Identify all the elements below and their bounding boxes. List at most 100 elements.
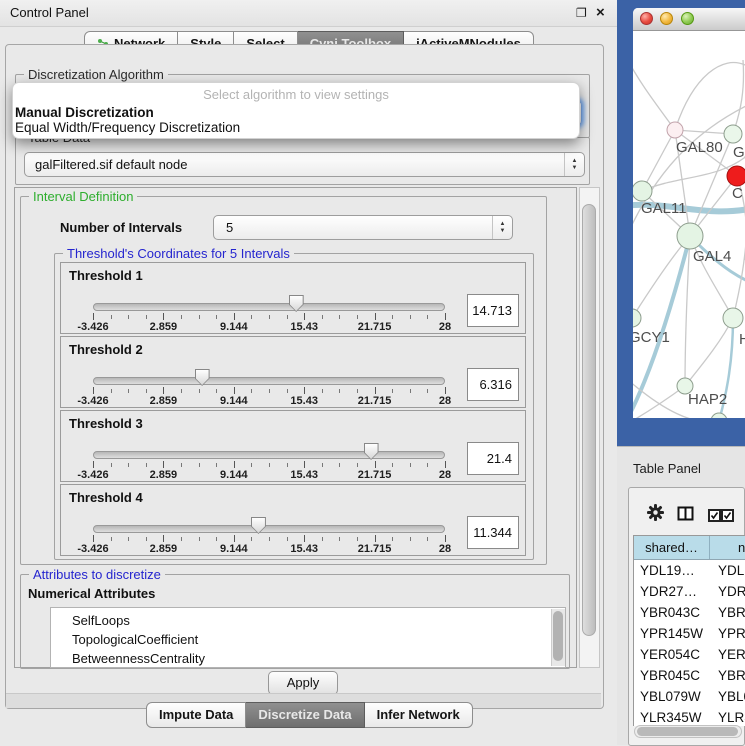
tab-discretize-data[interactable]: Discretize Data: [246, 702, 364, 728]
threshold-panel: Threshold 2 -3.4262.8599.14415.4321.7152…: [60, 336, 526, 408]
number-of-intervals-value: 5: [226, 216, 233, 239]
cyni-bottom-tabs: Impute DataDiscretize DataInfer Network: [146, 702, 473, 728]
table-row[interactable]: YBR043CYBR0: [634, 602, 745, 623]
threshold-value-field[interactable]: [467, 294, 519, 327]
gear-icon[interactable]: [647, 504, 664, 526]
table-row[interactable]: YDL19…YDL1: [634, 560, 745, 581]
threshold-panel: Threshold 3 -3.4262.8599.14415.4321.7152…: [60, 410, 526, 482]
table-cell[interactable]: YPR145W: [634, 623, 710, 644]
slider-track[interactable]: [93, 525, 445, 533]
network-node[interactable]: [677, 223, 703, 249]
combo-arrows-icon[interactable]: ▲▼: [564, 153, 584, 176]
close-icon[interactable]: ×: [596, 0, 605, 26]
table-cell[interactable]: YER0: [710, 644, 745, 665]
attribute-item[interactable]: BetweennessCentrality: [72, 649, 565, 668]
checkbox-icon[interactable]: [708, 509, 721, 522]
table-cell[interactable]: YBR045C: [634, 665, 710, 686]
table-panel-region: Table Panel: [617, 446, 745, 745]
apply-button[interactable]: Apply: [268, 671, 338, 695]
table-rows: YDL19…YDL1YDR27…YDR2YBR043CYBR0YPR145WYP…: [634, 560, 745, 726]
number-of-intervals-combobox[interactable]: 5 ▲▼: [213, 215, 513, 240]
table-row[interactable]: YER054CYER0: [634, 644, 745, 665]
numerical-attributes-list: SelfLoopsTopologicalCoefficientBetweenne…: [50, 607, 566, 668]
table-cell[interactable]: YBR0: [710, 602, 745, 623]
table-row[interactable]: YDR27…YDR2: [634, 581, 745, 602]
table-data-combobox[interactable]: galFiltered.sif default node ▲▼: [24, 152, 585, 177]
attributes-scrollbar[interactable]: [551, 609, 565, 666]
table-panel-title: Table Panel: [633, 461, 701, 476]
network-canvas[interactable]: GAL80GACGAL11GAL4GCY1HHAP2: [633, 30, 745, 418]
network-edge: [675, 63, 745, 130]
table-cell[interactable]: YDR27…: [634, 581, 710, 602]
table-cell[interactable]: YLR345W: [634, 707, 710, 726]
table-row[interactable]: YBR045CYBR0: [634, 665, 745, 686]
network-window-titlebar[interactable]: [633, 8, 745, 31]
attribute-item[interactable]: TopologicalCoefficient: [72, 630, 565, 649]
scrollbar-thumb[interactable]: [582, 204, 596, 636]
table-cell[interactable]: YDR2: [710, 581, 745, 602]
tab-impute-data[interactable]: Impute Data: [146, 702, 246, 728]
attribute-item[interactable]: SelfLoops: [72, 611, 565, 630]
network-edge: [633, 236, 690, 318]
table-cell[interactable]: YBL0: [710, 686, 745, 707]
checkbox-icon[interactable]: [721, 509, 734, 522]
column-header[interactable]: shared…: [634, 536, 710, 559]
table-cell[interactable]: YDL19…: [634, 560, 710, 581]
slider-ticks: [93, 313, 445, 321]
network-node[interactable]: [711, 413, 727, 418]
minimize-traffic-light-icon[interactable]: [660, 12, 673, 25]
threshold-label: Threshold 3: [69, 416, 143, 431]
close-traffic-light-icon[interactable]: [640, 12, 653, 25]
threshold-label: Threshold 1: [69, 268, 143, 283]
node-label: GA: [733, 144, 745, 161]
table-cell[interactable]: YDL1: [710, 560, 745, 581]
number-of-intervals-label: Number of Intervals: [60, 215, 182, 240]
vertical-scrollbar[interactable]: [579, 187, 600, 668]
table-data-combo-value: galFiltered.sif default node: [35, 153, 187, 176]
node-table: shared… na YDL19…YDL1YDR27…YDR2YBR043CYB…: [633, 535, 745, 726]
zoom-traffic-light-icon[interactable]: [681, 12, 694, 25]
column-header[interactable]: na: [710, 536, 745, 559]
node-label: HAP2: [688, 391, 727, 408]
slider-track[interactable]: [93, 377, 445, 385]
algorithm-group-title: Discretization Algorithm: [24, 67, 168, 82]
node-label: GCY1: [633, 329, 670, 346]
tab-infer-network[interactable]: Infer Network: [365, 702, 473, 728]
float-window-icon[interactable]: ❐: [576, 0, 587, 26]
slider-ticks: [93, 461, 445, 469]
node-label: GAL11: [641, 200, 687, 217]
table-cell[interactable]: YLR3: [710, 707, 745, 726]
thresholds-group-title: Threshold's Coordinates for 5 Intervals: [63, 246, 294, 261]
table-cell[interactable]: YBL079W: [634, 686, 710, 707]
horizontal-scrollbar[interactable]: [634, 725, 742, 738]
table-row[interactable]: YLR345WYLR3: [634, 707, 745, 726]
slider-track[interactable]: [93, 451, 445, 459]
table-row[interactable]: YBL079WYBL0: [634, 686, 745, 707]
table-cell[interactable]: YBR0: [710, 665, 745, 686]
slider-track[interactable]: [93, 303, 445, 311]
scrollbar-thumb[interactable]: [553, 611, 563, 661]
table-cell[interactable]: YPR1: [710, 623, 745, 644]
split-columns-icon[interactable]: [677, 506, 694, 526]
network-node[interactable]: [724, 125, 742, 143]
threshold-value-field[interactable]: [467, 442, 519, 475]
combo-arrows-icon[interactable]: ▲▼: [492, 216, 512, 239]
table-row[interactable]: YPR145WYPR1: [634, 623, 745, 644]
scrollbar-thumb[interactable]: [637, 727, 738, 736]
table-cell[interactable]: YBR043C: [634, 602, 710, 623]
table-cell[interactable]: YER054C: [634, 644, 710, 665]
threshold-value-field[interactable]: [467, 516, 519, 549]
node-label: C: [732, 185, 743, 202]
node-label: GAL4: [693, 248, 731, 265]
network-node[interactable]: [633, 181, 652, 201]
network-node[interactable]: [723, 308, 743, 328]
threshold-value-field[interactable]: [467, 368, 519, 401]
algorithm-option[interactable]: Manual Discretization: [15, 105, 154, 120]
threshold-label: Threshold 2: [69, 342, 143, 357]
network-node[interactable]: [667, 122, 683, 138]
thresholds-list: Threshold 1 -3.4262.8599.14415.4321.7152…: [60, 262, 526, 558]
network-node[interactable]: [633, 309, 641, 327]
network-node[interactable]: [727, 166, 745, 186]
slider-ticks: [93, 535, 445, 543]
algorithm-option[interactable]: Equal Width/Frequency Discretization: [15, 120, 240, 135]
